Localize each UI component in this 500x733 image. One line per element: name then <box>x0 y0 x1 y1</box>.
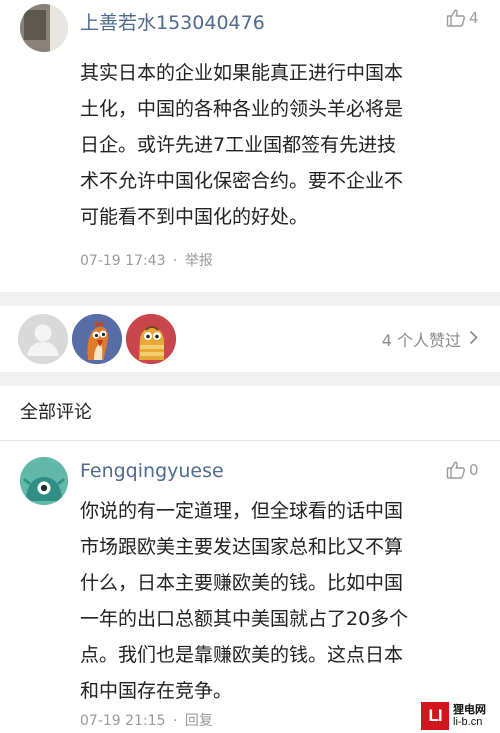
comment-username[interactable]: Fengqingyuese <box>80 460 224 482</box>
comment-line: 点。我们也是靠赚欧美的钱。这点日本 <box>80 644 404 666</box>
comment-line: 和中国存在竞争。 <box>80 680 233 702</box>
user-avatar[interactable] <box>20 4 68 52</box>
section-divider <box>0 372 500 386</box>
comment-line: 术不允许中国化保密合约。要不企业不 <box>80 170 404 192</box>
chevron-right-icon <box>469 330 478 349</box>
comment-body: 你说的有一定道理，但全球看的话中国 市场跟欧美主要发达国家总和比又不算 什么，日… <box>80 493 475 709</box>
site-watermark: LI 狸电网 li-b.cn <box>421 698 500 733</box>
like-button[interactable]: 0 <box>446 460 479 480</box>
comment-line: 其实日本的企业如果能真正进行中国本 <box>80 62 404 84</box>
thumbs-up-icon <box>446 8 466 28</box>
comment-line: 你说的有一定道理，但全球看的话中国 <box>80 500 404 522</box>
meta-separator: · <box>172 713 178 729</box>
user-avatar[interactable] <box>20 457 68 505</box>
watermark-url: li-b.cn <box>453 715 483 728</box>
comment-line: 市场跟欧美主要发达国家总和比又不算 <box>80 536 404 558</box>
likers-count-label: 4 个人赞过 <box>381 331 461 350</box>
comment-line: 可能看不到中国化的好处。 <box>80 206 309 228</box>
comment-line: 一年的出口总额其中美国就占了20多个 <box>80 608 409 630</box>
meta-separator: · <box>172 253 178 269</box>
like-count: 4 <box>469 9 479 27</box>
liker-avatar-default[interactable] <box>18 314 68 364</box>
liker-avatar-bird[interactable] <box>72 314 122 364</box>
comment-line: 土化，中国的各种各业的领头羊必将是 <box>80 98 404 120</box>
comment-username[interactable]: 上善若水153040476 <box>80 8 265 35</box>
likers-count[interactable]: 4 个人赞过 <box>382 327 478 351</box>
comment-line: 日企。或许先进7工业国都签有先进技 <box>80 134 397 156</box>
comment-meta: 07-19 17:43 · 举报 <box>80 250 213 270</box>
watermark-logo: LI <box>421 701 449 730</box>
comment-body: 其实日本的企业如果能真正进行中国本 土化，中国的各种各业的领头羊必将是 日企。或… <box>80 55 475 235</box>
like-count: 0 <box>469 461 479 479</box>
comment-meta: 07-19 21:15 · 回复 <box>80 710 213 730</box>
comment-line: 什么，日本主要赚欧美的钱。比如中国 <box>80 572 404 594</box>
like-button[interactable]: 4 <box>446 8 479 28</box>
watermark-name: 狸电网 <box>453 702 486 716</box>
comment-timestamp: 07-19 17:43 <box>80 253 166 269</box>
likers-row[interactable]: 4 个人赞过 <box>0 310 500 370</box>
watermark-text: 狸电网 li-b.cn <box>453 703 486 729</box>
comment-timestamp: 07-19 21:15 <box>80 713 166 729</box>
thumbs-up-icon <box>446 460 466 480</box>
reply-link[interactable]: 回复 <box>185 713 213 729</box>
divider-line <box>0 440 500 441</box>
liker-avatar-cartoon[interactable] <box>126 314 176 364</box>
all-comments-title: 全部评论 <box>20 402 92 423</box>
section-divider <box>0 292 500 306</box>
report-link[interactable]: 举报 <box>185 253 213 269</box>
